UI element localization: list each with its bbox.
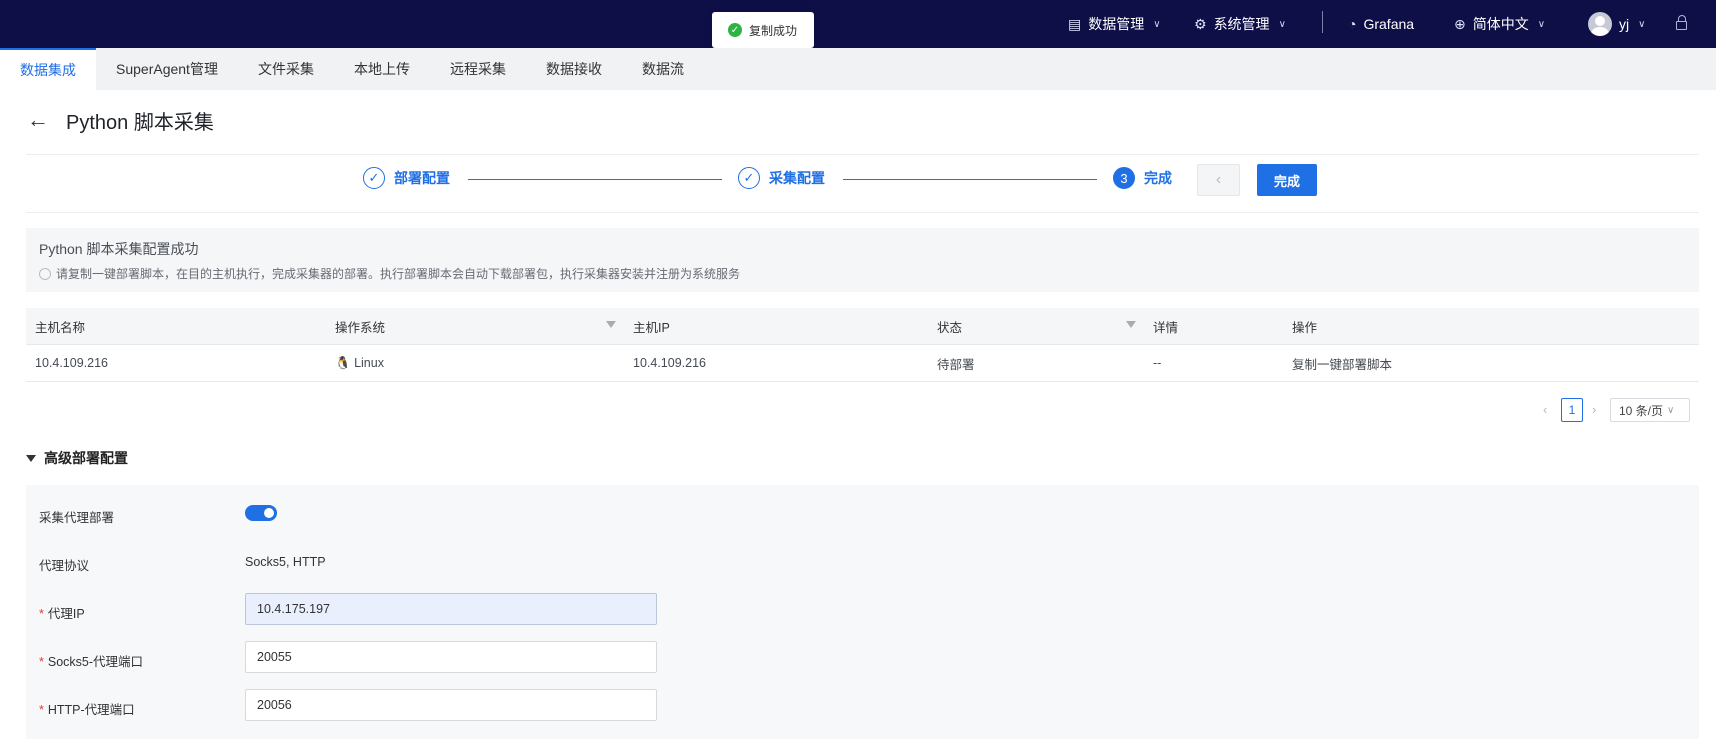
banner-description: 请复制一键部署脚本，在目的主机执行，完成采集器的部署。执行部署脚本会自动下载部署…: [56, 267, 741, 281]
success-banner: Python 脚本采集配置成功 请复制一键部署脚本，在目的主机执行，完成采集器的…: [26, 228, 1699, 292]
globe-icon: ⊕: [1454, 15, 1466, 32]
chevron-down-icon: ∨: [1153, 18, 1161, 30]
nav-grafana-label: Grafana: [1363, 16, 1415, 32]
chevron-down-icon: ∨: [1537, 18, 1546, 30]
table-header-row: 主机名称 操作系统 主机IP 状态 详情 操作: [26, 308, 1699, 345]
cell-status: 待部署: [928, 344, 1144, 382]
tab-local-upload[interactable]: 本地上传: [334, 48, 430, 90]
page-number[interactable]: 1: [1561, 398, 1583, 422]
next-page-icon[interactable]: ›: [1592, 398, 1596, 422]
copy-success-toast: ✓ 复制成功: [712, 12, 814, 48]
back-arrow-icon[interactable]: ←: [26, 107, 50, 133]
caret-down-icon: [26, 454, 36, 462]
col-hostname: 主机名称: [26, 308, 326, 345]
proxy-ip-input[interactable]: [245, 593, 657, 625]
nav-data-management[interactable]: ▤ 数据管理 ∨: [1068, 0, 1161, 48]
proxy-deploy-label: 采集代理部署: [39, 511, 115, 525]
nav-language-label: 简体中文: [1472, 16, 1529, 32]
host-table: 主机名称 操作系统 主机IP 状态 详情 操作 10.4.109.216 🐧 L…: [26, 308, 1699, 382]
col-ip: 主机IP: [624, 308, 928, 345]
chevron-down-icon: ∨: [1638, 18, 1646, 30]
info-icon: [39, 267, 51, 280]
grafana-icon: ◔: [1348, 16, 1357, 32]
nav-system-management-label: 系统管理: [1213, 16, 1270, 32]
tab-superagent[interactable]: SuperAgent管理: [96, 48, 238, 90]
http-port-label: * HTTP-代理端口: [39, 703, 135, 717]
step-label: 部署配置: [394, 170, 450, 186]
step-connector: [843, 179, 1097, 180]
advanced-config-panel: 采集代理部署 代理协议 Socks5, HTTP *代理IP *Socks5-代…: [26, 485, 1699, 739]
linux-icon: 🐧: [335, 355, 351, 370]
prev-page-icon[interactable]: ‹: [1543, 398, 1547, 422]
proxy-protocol-value: Socks5, HTTP: [245, 555, 326, 569]
check-icon: ✓: [363, 167, 385, 189]
step-deploy-config: ✓ 部署配置: [363, 167, 450, 189]
tab-file-collection[interactable]: 文件采集: [238, 48, 334, 90]
tab-data-integration[interactable]: 数据集成: [0, 48, 96, 90]
prev-button[interactable]: ‹: [1197, 164, 1240, 196]
cell-ip: 10.4.109.216: [624, 344, 928, 382]
page-header: ← Python 脚本采集: [26, 98, 214, 142]
cell-hostname: 10.4.109.216: [26, 344, 326, 382]
banner-heading: Python 脚本采集配置成功: [39, 241, 199, 257]
required-mark: *: [39, 703, 44, 717]
filter-icon[interactable]: [606, 321, 616, 328]
advanced-config-title: 高级部署配置: [44, 450, 128, 466]
nav-system-management[interactable]: ⚙ 系统管理 ∨: [1194, 0, 1286, 48]
tab-data-receive[interactable]: 数据接收: [526, 48, 622, 90]
nav-user-menu[interactable]: yj ∨: [1588, 0, 1645, 48]
advanced-config-toggle[interactable]: 高级部署配置: [26, 448, 128, 468]
step-done: 3 完成: [1113, 167, 1172, 189]
nav-user-label: yj: [1619, 16, 1630, 32]
step-connector: [468, 179, 722, 180]
banner-description-row: 请复制一键部署脚本，在目的主机执行，完成采集器的部署。执行部署脚本会自动下载部署…: [39, 265, 740, 282]
page-title: Python 脚本采集: [66, 111, 214, 134]
col-detail: 详情: [1144, 308, 1283, 345]
step-number: 3: [1113, 167, 1135, 189]
toast-message: 复制成功: [749, 23, 798, 38]
done-button[interactable]: 完成: [1257, 164, 1317, 196]
col-status: 状态: [928, 308, 1144, 345]
step-label: 完成: [1144, 170, 1172, 186]
steps-divider: [26, 212, 1699, 213]
data-management-icon: ▤: [1068, 15, 1082, 32]
step-label: 采集配置: [769, 170, 825, 186]
cell-os: 🐧 Linux: [326, 344, 624, 382]
proxy-ip-label: * 代理IP: [39, 607, 85, 621]
col-os: 操作系统: [326, 308, 624, 345]
required-mark: *: [39, 607, 44, 621]
avatar: [1588, 12, 1612, 36]
table-row: 10.4.109.216 🐧 Linux 10.4.109.216 待部署 --…: [26, 344, 1699, 382]
success-icon: ✓: [728, 23, 742, 37]
cell-detail: --: [1144, 344, 1283, 382]
nav-data-management-label: 数据管理: [1088, 16, 1145, 32]
main-tabs: 数据集成 SuperAgent管理 文件采集 本地上传 远程采集 数据接收 数据…: [0, 48, 1716, 90]
step-collect-config: ✓ 采集配置: [738, 167, 825, 189]
tab-remote-collection[interactable]: 远程采集: [430, 48, 526, 90]
socks5-port-input[interactable]: [245, 641, 657, 673]
tab-data-flow[interactable]: 数据流: [622, 48, 704, 90]
nav-divider: [1322, 11, 1323, 33]
nav-language[interactable]: ⊕ 简体中文 ∨: [1454, 0, 1545, 48]
http-port-input[interactable]: [245, 689, 657, 721]
proxy-deploy-toggle[interactable]: [245, 505, 277, 521]
chevron-down-icon: ∨: [1278, 18, 1286, 30]
nav-grafana[interactable]: ◔ Grafana: [1348, 0, 1414, 48]
page-size-select[interactable]: 10 条/页 ∨: [1610, 398, 1690, 422]
header-divider: [26, 154, 1699, 155]
check-icon: ✓: [738, 167, 760, 189]
filter-icon[interactable]: [1126, 321, 1136, 328]
col-action: 操作: [1283, 308, 1699, 345]
copy-deploy-script-link[interactable]: 复制一键部署脚本: [1283, 344, 1699, 382]
page-size-label: 10 条/页: [1619, 403, 1664, 418]
proxy-protocol-label: 代理协议: [39, 559, 90, 573]
lock-icon[interactable]: [1676, 15, 1688, 31]
socks5-port-label: * Socks5-代理端口: [39, 655, 144, 669]
chevron-down-icon: ∨: [1667, 404, 1675, 416]
gear-icon: ⚙: [1194, 15, 1207, 32]
required-mark: *: [39, 655, 44, 669]
